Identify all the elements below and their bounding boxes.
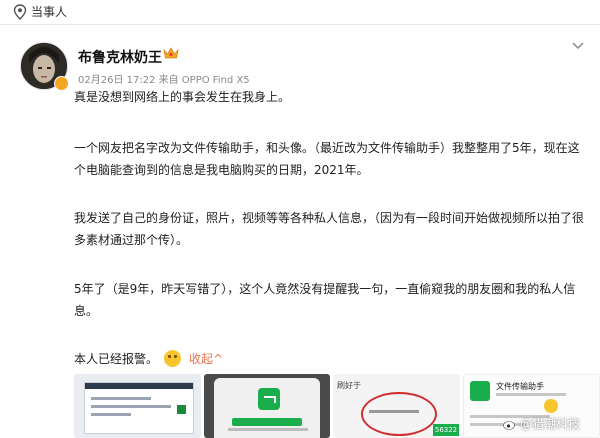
green-button bbox=[232, 418, 302, 426]
watermark-text: @猎潮科技 bbox=[520, 417, 581, 431]
thumbnail-2[interactable] bbox=[204, 374, 330, 438]
text-line bbox=[496, 393, 566, 396]
text-line bbox=[91, 413, 131, 416]
phone-screen bbox=[214, 378, 320, 438]
file-transfer-icon bbox=[470, 381, 490, 401]
desktop-window-screenshot bbox=[84, 382, 194, 434]
collapse-label: 收起 bbox=[189, 351, 214, 366]
smile-emoji-icon bbox=[164, 349, 182, 367]
thumbnail-3[interactable]: 刷好于 56322 bbox=[333, 374, 460, 438]
text-line bbox=[91, 397, 151, 400]
topbar-label: 当事人 bbox=[31, 5, 68, 19]
weibo-icon bbox=[503, 418, 517, 430]
username[interactable]: 布鲁克林奶王 bbox=[78, 47, 162, 67]
green-tag: 56322 bbox=[433, 424, 459, 436]
divider bbox=[0, 24, 600, 25]
thumbnail-title: 文件传输助手 bbox=[496, 382, 544, 391]
thumbnail-label: 刷好于 bbox=[337, 381, 361, 390]
chevron-down-icon[interactable] bbox=[572, 42, 584, 50]
post-meta: 02月26日 17:22 来自 OPPO Find X5 bbox=[78, 75, 250, 86]
file-transfer-icon bbox=[258, 388, 280, 410]
watermark: @猎潮科技 bbox=[503, 415, 580, 432]
verified-badge-icon bbox=[54, 76, 69, 91]
collapse-link[interactable]: 收起^ bbox=[189, 350, 223, 367]
post-closing-line: 本人已经报警。 收起^ bbox=[74, 346, 223, 370]
post-paragraph-3: 我发送了自己的身份证，照片，视频等等各种私人信息，（因为有一段时间开始做视频所以… bbox=[74, 211, 585, 247]
post-paragraph-4: 5年了（是9年，昨天写错了），这个人竟然没有提醒我一句，一直偷窥我的朋友圈和我的… bbox=[74, 282, 576, 318]
red-circle-annotation bbox=[361, 392, 437, 436]
crown-icon bbox=[163, 47, 179, 59]
location-pin-icon bbox=[13, 4, 27, 20]
topbar: 当事人 bbox=[0, 0, 600, 24]
thumbnail-1[interactable] bbox=[74, 374, 201, 438]
excel-icon bbox=[177, 405, 186, 414]
collapse-arrow: ^ bbox=[213, 351, 224, 366]
post-paragraph-2: 一个网友把名字改为文件传输助手，和头像。（最近改为文件传输助手）我整整用了5年，… bbox=[74, 141, 580, 177]
post-paragraph-1: 真是没想到网络上的事会发生在我身上。 bbox=[74, 90, 291, 104]
caption-line bbox=[228, 428, 308, 431]
text-line bbox=[91, 405, 171, 408]
post-closing-text: 本人已经报警。 bbox=[74, 351, 159, 366]
emoji-icon bbox=[544, 399, 558, 413]
window-titlebar bbox=[85, 383, 193, 389]
